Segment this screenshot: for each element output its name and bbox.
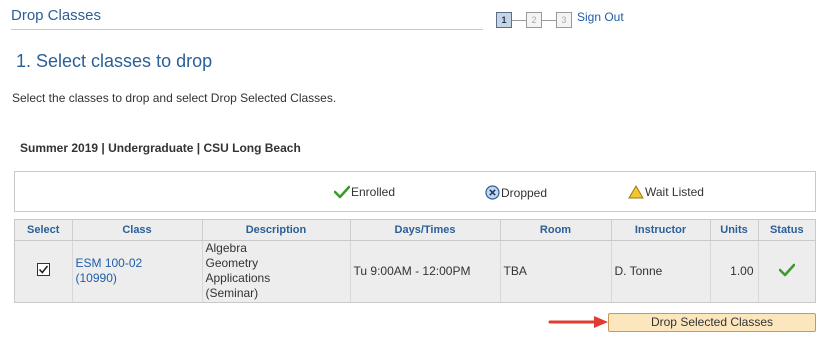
column-header-days-times: Days/Times xyxy=(350,220,501,241)
step-connector xyxy=(512,19,526,21)
legend-enrolled-label: Enrolled xyxy=(351,185,396,199)
classes-grid: Select Class Description Days/Times Room… xyxy=(14,219,816,303)
status-legend: Enrolled Dropped Wait Listed xyxy=(14,171,816,212)
enrolled-check-icon xyxy=(778,263,796,277)
table-row: ESM 100-02 (10990) Algebra Geometry Appl… xyxy=(15,240,815,302)
days-times-cell: Tu 9:00AM - 12:00PM xyxy=(350,240,501,302)
column-header-room: Room xyxy=(500,220,612,241)
column-header-instructor: Instructor xyxy=(611,220,711,241)
legend-dropped-label: Dropped xyxy=(501,185,548,200)
table-header-row: Select Class Description Days/Times Room… xyxy=(15,220,815,241)
class-section[interactable]: ESM 100-02 xyxy=(76,256,202,271)
enrolled-check-icon xyxy=(334,185,350,199)
term-label: Summer 2019 | Undergraduate | CSU Long B… xyxy=(20,141,301,155)
description-cell: Algebra Geometry Applications (Seminar) xyxy=(202,240,351,302)
step-1: 1 xyxy=(496,12,512,28)
legend-enrolled: Enrolled xyxy=(334,185,395,199)
class-cell: ESM 100-02 (10990) xyxy=(72,240,203,302)
dropped-x-icon xyxy=(485,185,500,200)
red-arrow-icon xyxy=(548,316,608,328)
section-title: 1. Select classes to drop xyxy=(16,51,213,71)
select-cell xyxy=(15,240,73,302)
step-3: 3 xyxy=(556,12,572,28)
legend-wait-listed: Wait Listed xyxy=(628,185,704,199)
description-line: Geometry xyxy=(205,256,259,271)
description-line: Algebra xyxy=(205,241,247,256)
step-indicator: 1 2 3 xyxy=(496,12,572,28)
class-number[interactable]: (10990) xyxy=(76,271,202,286)
step-connector xyxy=(542,19,556,21)
page-title: Drop Classes xyxy=(11,7,102,24)
units-cell: 1.00 xyxy=(710,240,759,302)
instructions-text: Select the classes to drop and select Dr… xyxy=(12,91,337,105)
legend-wait-listed-label: Wait Listed xyxy=(645,185,704,199)
column-header-class: Class xyxy=(72,220,203,241)
column-header-status: Status xyxy=(758,220,815,241)
column-header-select: Select xyxy=(15,220,73,241)
legend-dropped: Dropped xyxy=(485,185,547,200)
sign-out-link[interactable]: Sign Out xyxy=(577,10,624,24)
page-header: Drop Classes xyxy=(11,6,483,30)
step-2: 2 xyxy=(526,12,542,28)
description-line: Applications xyxy=(205,271,271,286)
wait-listed-warning-icon xyxy=(628,185,644,199)
column-header-description: Description xyxy=(202,220,351,241)
drop-selected-classes-button[interactable]: Drop Selected Classes xyxy=(608,313,816,332)
select-checkbox[interactable] xyxy=(36,263,50,277)
description-line: (Seminar) xyxy=(205,286,259,301)
class-link[interactable]: ESM 100-02 (10990) xyxy=(76,256,202,286)
column-header-units: Units xyxy=(710,220,759,241)
checkmark-icon xyxy=(38,265,48,274)
status-cell xyxy=(758,240,815,302)
instructor-cell: D. Tonne xyxy=(611,240,711,302)
room-cell: TBA xyxy=(500,240,612,302)
